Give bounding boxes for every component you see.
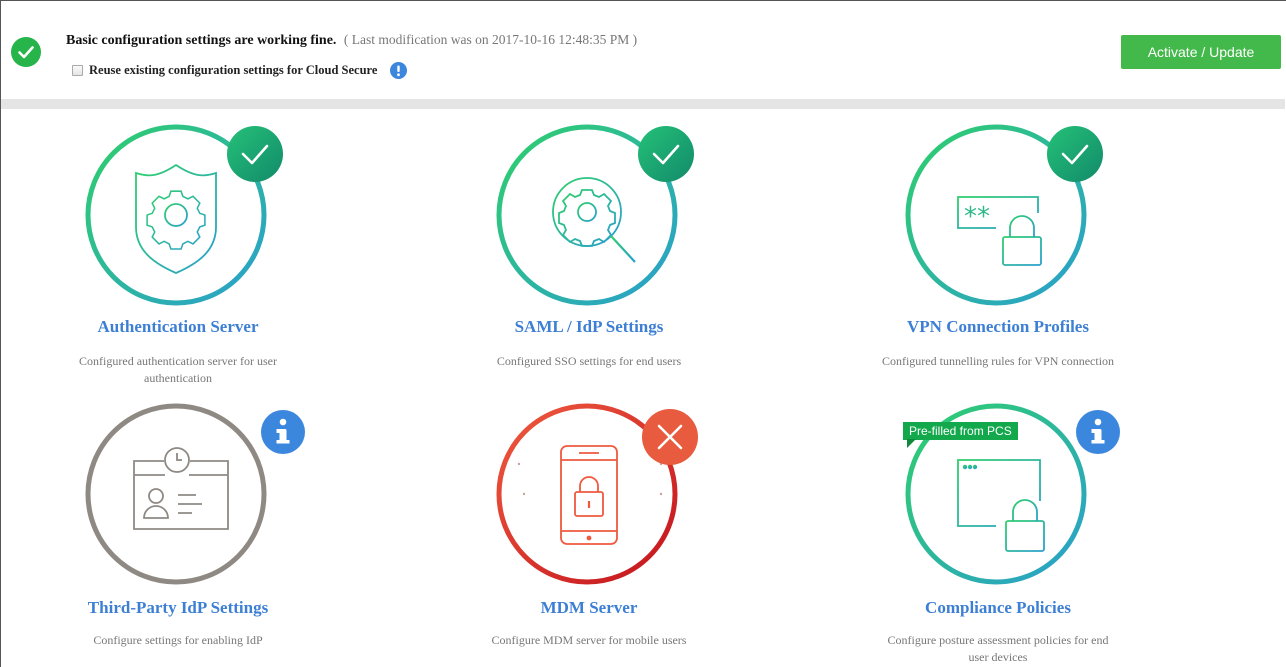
reuse-config-row: Reuse existing configuration settings fo… [72,60,408,80]
prefilled-badge-tail [907,439,916,448]
tile-mdm-server[interactable]: MDM Server Configure MDM server for mobi… [399,394,779,664]
status-message: Basic configuration settings are working… [66,32,637,49]
tile-art [399,115,779,315]
section-divider [1,99,1285,109]
tile-third-party-idp-settings[interactable]: Third-Party IdP Settings Configure setti… [0,394,368,664]
tile-art [0,394,368,594]
reuse-config-checkbox[interactable] [72,64,83,76]
last-modification-text: ( Last modification was on 2017-10-16 12… [343,32,638,47]
password-lock-icon: ** [957,196,1042,266]
tile-title[interactable]: SAML / IdP Settings [399,317,779,337]
tile-title[interactable]: Third-Party IdP Settings [0,598,368,618]
prefilled-badge: Pre-filled from PCS [903,422,1018,440]
tile-title[interactable]: Authentication Server [0,317,368,337]
id-card-clock-icon [133,447,229,530]
check-circle-icon [11,37,41,67]
tile-title[interactable]: Compliance Policies [808,598,1188,618]
tile-description: Configure settings for enabling IdP [93,633,263,647]
gear-magnifier-icon [552,177,636,263]
tile-title[interactable]: MDM Server [399,598,779,618]
reuse-config-label[interactable]: Reuse existing configuration settings fo… [89,63,377,78]
check-badge-icon [227,126,283,182]
info-circle-icon[interactable] [390,61,408,79]
tile-saml-idp-settings[interactable]: SAML / IdP Settings Configured SSO setti… [399,115,779,385]
tile-vpn-connection-profiles[interactable]: ** VPN Connection Profiles Configured tu… [808,115,1188,385]
shield-gear-icon [135,163,217,274]
status-bar: Basic configuration settings are working… [1,1,1285,99]
tile-description: Configured SSO settings for end users [496,354,682,368]
tile-art: ** [808,115,1188,315]
svg-text:**: ** [964,202,990,232]
tile-authentication-server[interactable]: Authentication Server Configured authent… [0,115,368,385]
tile-art [399,394,779,594]
tile-description: Configured tunnelling rules for VPN conn… [881,354,1115,368]
phone-lock-icon [560,445,618,545]
check-badge-icon [1047,126,1103,182]
tile-title[interactable]: VPN Connection Profiles [808,317,1188,337]
tile-description: Configure MDM server for mobile users [491,633,687,647]
tile-description: Configured authentication server for use… [79,354,277,385]
tile-description: Configure posture assessment policies fo… [887,633,1109,664]
activate-update-button[interactable]: Activate / Update [1121,35,1281,69]
window-lock-icon [957,459,1045,552]
status-message-text: Basic configuration settings are working… [66,33,337,48]
check-badge-icon [638,126,694,182]
tile-art [0,115,368,315]
